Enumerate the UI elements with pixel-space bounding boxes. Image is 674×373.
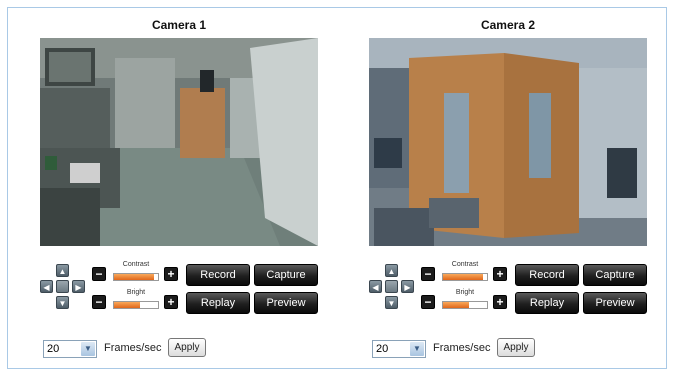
capture-button[interactable]: Capture xyxy=(254,264,318,286)
bright-decrease-button[interactable]: − xyxy=(421,295,435,309)
bright-control: − Bright + xyxy=(92,289,178,312)
contrast-control: − Contrast + xyxy=(421,261,507,284)
ptz-control: ▲ ◀ ▶ ▼ xyxy=(369,264,415,310)
camera-feed-2 xyxy=(369,38,647,246)
pan-down-button[interactable]: ▼ xyxy=(56,296,69,309)
apply-button[interactable]: Apply xyxy=(497,338,535,357)
pan-center-button[interactable] xyxy=(385,280,398,293)
frame-rate-select[interactable]: 20 ▼ xyxy=(372,340,426,358)
replay-button[interactable]: Replay xyxy=(515,292,579,314)
bright-control: − Bright + xyxy=(421,289,507,312)
ptz-control: ▲ ◀ ▶ ▼ xyxy=(40,264,86,310)
capture-button[interactable]: Capture xyxy=(583,264,647,286)
bright-increase-button[interactable]: + xyxy=(164,295,178,309)
contrast-control: − Contrast + xyxy=(92,261,178,284)
contrast-increase-button[interactable]: + xyxy=(164,267,178,281)
bright-slider[interactable] xyxy=(442,301,488,309)
bright-label: Bright xyxy=(126,289,146,296)
apply-button[interactable]: Apply xyxy=(168,338,206,357)
contrast-slider[interactable] xyxy=(113,273,159,281)
bright-label: Bright xyxy=(455,289,475,296)
contrast-label: Contrast xyxy=(122,261,150,268)
contrast-slider[interactable] xyxy=(442,273,488,281)
pan-down-button[interactable]: ▼ xyxy=(385,296,398,309)
preview-button[interactable]: Preview xyxy=(583,292,647,314)
chevron-down-icon[interactable]: ▼ xyxy=(410,342,424,356)
record-button[interactable]: Record xyxy=(186,264,250,286)
replay-button[interactable]: Replay xyxy=(186,292,250,314)
pan-left-button[interactable]: ◀ xyxy=(40,280,53,293)
camera-panel-1: Camera 1 ▲ ◀ ▶ ▼ − Contrast + − Bright +… xyxy=(40,8,330,368)
record-button[interactable]: Record xyxy=(515,264,579,286)
camera-title: Camera 1 xyxy=(151,18,207,32)
pan-right-button[interactable]: ▶ xyxy=(72,280,85,293)
frame-rate-label: Frames/sec xyxy=(433,342,491,354)
contrast-decrease-button[interactable]: − xyxy=(421,267,435,281)
chevron-down-icon[interactable]: ▼ xyxy=(81,342,95,356)
contrast-decrease-button[interactable]: − xyxy=(92,267,106,281)
bright-slider[interactable] xyxy=(113,301,159,309)
frame-rate-label: Frames/sec xyxy=(104,342,162,354)
pan-up-button[interactable]: ▲ xyxy=(56,264,69,277)
pan-right-button[interactable]: ▶ xyxy=(401,280,414,293)
bright-decrease-button[interactable]: − xyxy=(92,295,106,309)
contrast-label: Contrast xyxy=(451,261,479,268)
pan-left-button[interactable]: ◀ xyxy=(369,280,382,293)
bright-increase-button[interactable]: + xyxy=(493,295,507,309)
pan-center-button[interactable] xyxy=(56,280,69,293)
frame-rate-select[interactable]: 20 ▼ xyxy=(43,340,97,358)
camera-control-panel: Camera 1 ▲ ◀ ▶ ▼ − Contrast + − Bright +… xyxy=(7,7,667,369)
camera-feed-1 xyxy=(40,38,318,246)
preview-button[interactable]: Preview xyxy=(254,292,318,314)
frame-rate-value: 20 xyxy=(47,343,60,355)
camera-panel-2: Camera 2 ▲ ◀ ▶ ▼ − Contrast + − Bright +… xyxy=(369,8,659,368)
frame-rate-value: 20 xyxy=(376,343,389,355)
pan-up-button[interactable]: ▲ xyxy=(385,264,398,277)
camera-title: Camera 2 xyxy=(480,18,536,32)
contrast-increase-button[interactable]: + xyxy=(493,267,507,281)
